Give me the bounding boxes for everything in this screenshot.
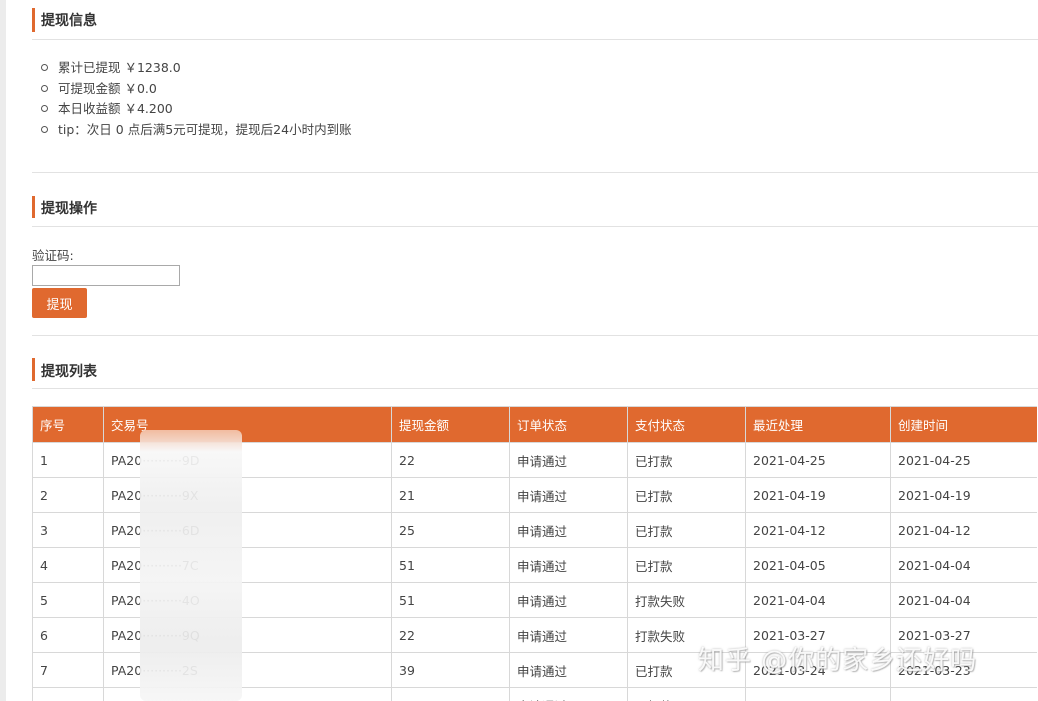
column-header-amount: 提现金额 (391, 406, 510, 443)
column-header-payment-status: 支付状态 (627, 406, 746, 443)
info-list: 累计已提现 ￥1238.0 可提现金额 ￥0.0 本日收益额 ￥4.200 ti… (32, 58, 352, 141)
privacy-blur-mask (140, 430, 242, 701)
info-section-title: 提现信息 (41, 13, 97, 29)
cell-amount: 17 (391, 687, 510, 701)
cell-last-processed: 2021-04-25 (745, 442, 891, 478)
cell-payment-status: 已打款 (627, 442, 746, 478)
operation-section-header: 提现操作 (32, 187, 1038, 227)
cell-index: 6 (32, 617, 104, 653)
list-section-header: 提现列表 (32, 350, 1038, 389)
cell-order-status: 申请通过 (509, 442, 628, 478)
cell-amount: 22 (391, 442, 510, 478)
cell-index: 3 (32, 512, 104, 548)
cell-amount: 51 (391, 582, 510, 618)
cell-created-at: 2021-04-04 (890, 547, 1037, 583)
cell-last-processed: 2021-04-05 (745, 547, 891, 583)
cell-created-at: 2021-03-13 (890, 687, 1037, 701)
info-section-header: 提现信息 (32, 0, 1038, 40)
cell-order-status: 申请通过 (509, 582, 628, 618)
cell-amount: 51 (391, 547, 510, 583)
column-header-index: 序号 (32, 406, 104, 443)
cell-payment-status: 已打款 (627, 477, 746, 513)
cell-order-status: 申请通过 (509, 547, 628, 583)
cell-index: 7 (32, 652, 104, 688)
cell-payment-status: 已打款 (627, 687, 746, 701)
info-today-earnings: 本日收益额 ￥4.200 (32, 99, 352, 120)
captcha-label: 验证码: (32, 248, 74, 263)
cell-order-status: 申请通过 (509, 512, 628, 548)
cell-last-processed: 2021-04-19 (745, 477, 891, 513)
cell-last-processed: 2021-04-04 (745, 582, 891, 618)
cell-order-status: 申请通过 (509, 652, 628, 688)
operation-section-title: 提现操作 (41, 201, 97, 217)
section-accent-bar (32, 8, 35, 32)
section-accent-bar (32, 196, 35, 218)
info-total-withdrawn: 累计已提现 ￥1238.0 (32, 58, 352, 79)
cell-index: 8 (32, 687, 104, 701)
cell-payment-status: 已打款 (627, 512, 746, 548)
cell-order-status: 申请通过 (509, 687, 628, 701)
info-tip: tip：次日 0 点后满5元可提现，提现后24小时内到账 (32, 120, 352, 141)
cell-created-at: 2021-04-25 (890, 442, 1037, 478)
column-header-order-status: 订单状态 (509, 406, 628, 443)
cell-last-processed: 2021-03-14 (745, 687, 891, 701)
cell-amount: 25 (391, 512, 510, 548)
watermark: 知乎 @你的家乡还好吗 (698, 646, 978, 676)
column-header-created-at: 创建时间 (890, 406, 1037, 443)
page-left-edge (0, 0, 6, 701)
cell-last-processed: 2021-04-12 (745, 512, 891, 548)
list-section-title: 提现列表 (41, 364, 97, 380)
cell-order-status: 申请通过 (509, 617, 628, 653)
cell-index: 1 (32, 442, 104, 478)
cell-payment-status: 已打款 (627, 547, 746, 583)
cell-index: 2 (32, 477, 104, 513)
section-accent-bar (32, 358, 35, 381)
cell-amount: 22 (391, 617, 510, 653)
info-available-amount: 可提现金额 ￥0.0 (32, 79, 352, 100)
section-divider (32, 172, 1038, 173)
cell-payment-status: 打款失败 (627, 582, 746, 618)
cell-index: 5 (32, 582, 104, 618)
cell-amount: 21 (391, 477, 510, 513)
cell-created-at: 2021-04-12 (890, 512, 1037, 548)
captcha-input[interactable] (32, 265, 180, 286)
section-divider (32, 335, 1038, 336)
cell-amount: 39 (391, 652, 510, 688)
cell-created-at: 2021-04-19 (890, 477, 1037, 513)
cell-index: 4 (32, 547, 104, 583)
column-header-last-processed: 最近处理 (745, 406, 891, 443)
cell-created-at: 2021-04-04 (890, 582, 1037, 618)
cell-order-status: 申请通过 (509, 477, 628, 513)
withdraw-button[interactable]: 提现 (32, 288, 87, 318)
